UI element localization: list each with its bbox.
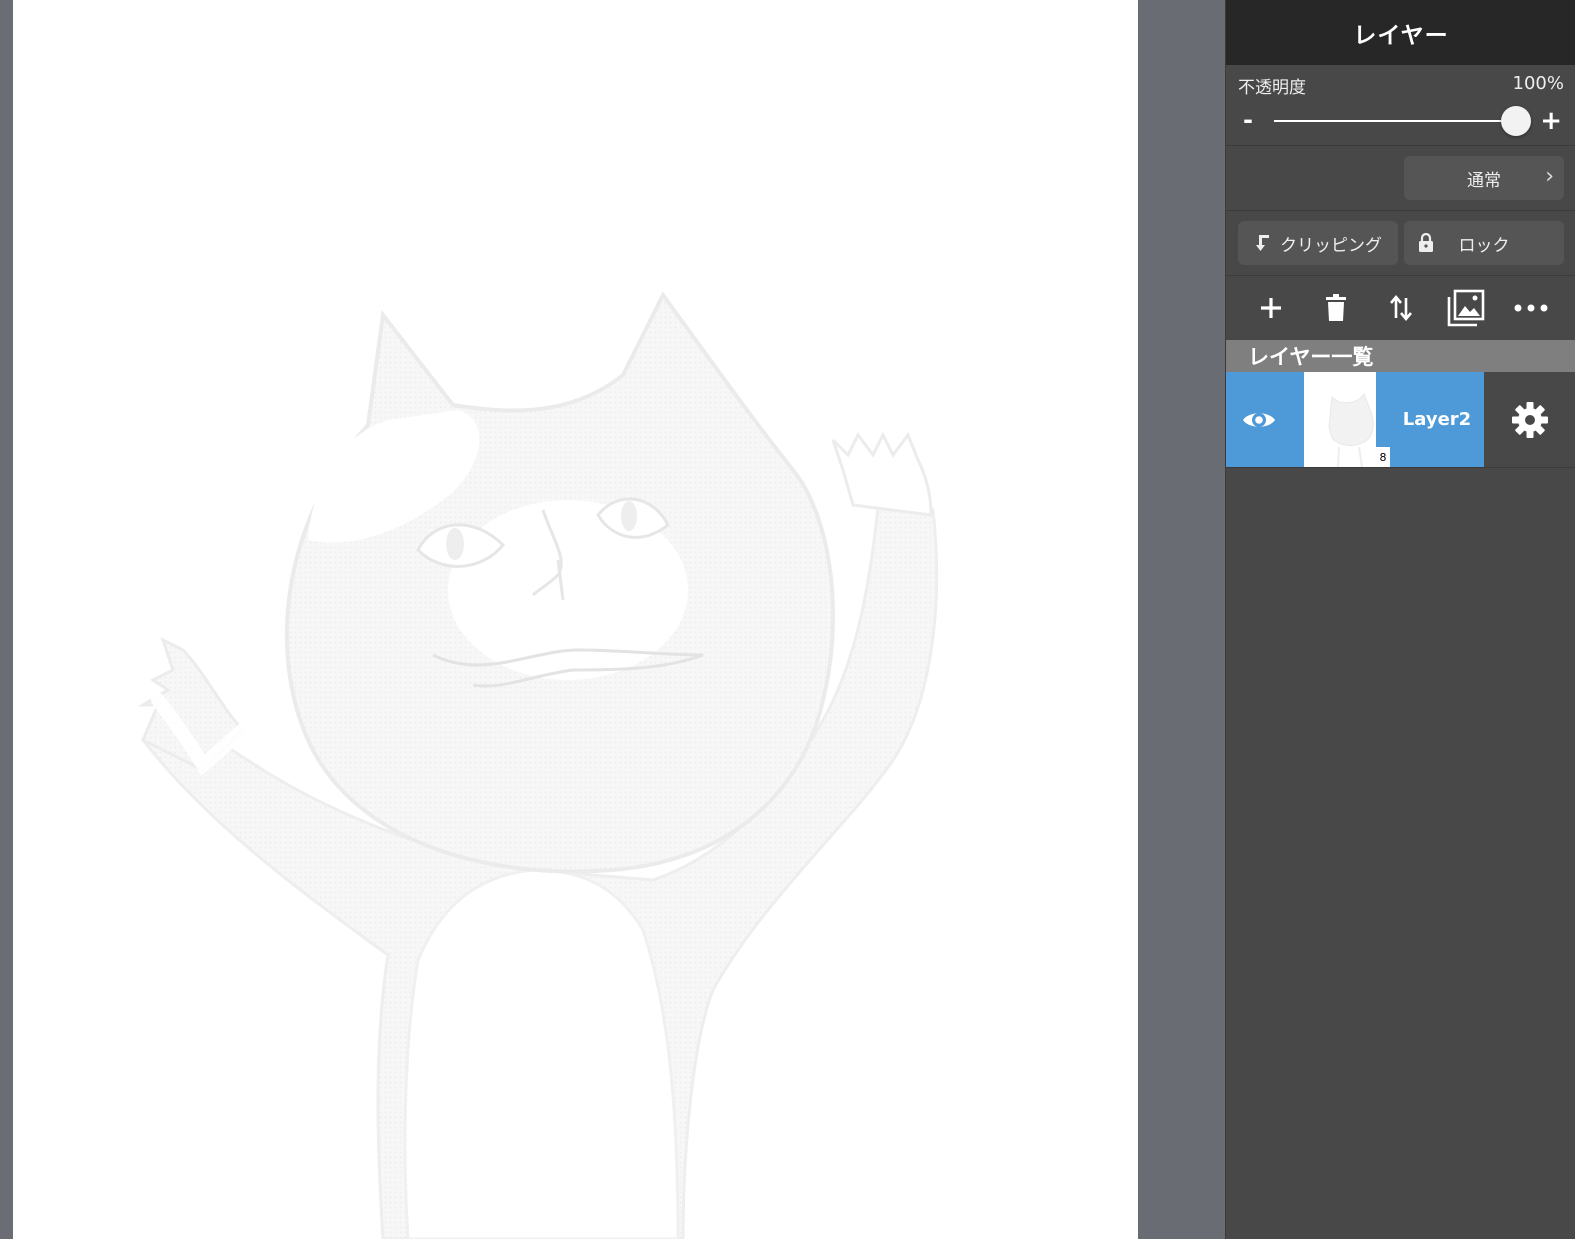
eye-icon (1243, 412, 1275, 427)
chevron-right-icon: › (1545, 164, 1554, 189)
gear-icon (1512, 401, 1548, 438)
opacity-slider-track[interactable] (1274, 120, 1516, 122)
layer-toolbar (1226, 276, 1575, 340)
cat-drawing (137, 291, 939, 1239)
clipping-button[interactable]: クリッピング (1238, 221, 1398, 265)
move-updown-icon (1389, 294, 1412, 322)
blend-mode-label: 通常 (1467, 170, 1501, 191)
opacity-value: 100% (1512, 73, 1564, 94)
panel-title: レイヤー (1226, 0, 1575, 65)
clipping-arrow-icon (1254, 233, 1272, 253)
more-options-button[interactable] (1506, 283, 1556, 333)
drawing-canvas[interactable] (13, 0, 1138, 1239)
add-layer-button[interactable] (1246, 283, 1296, 333)
blend-section: 通常 › (1226, 146, 1575, 211)
canvas-gutter (1138, 0, 1225, 1239)
delete-layer-button[interactable] (1311, 283, 1361, 333)
layer-visibility-toggle[interactable] (1226, 372, 1293, 467)
move-layer-button[interactable] (1376, 283, 1426, 333)
lock-button[interactable]: ロック (1404, 221, 1564, 265)
more-icon (1514, 304, 1548, 312)
thumbnail-badge: 8 (1376, 447, 1390, 467)
trash-icon (1325, 294, 1346, 321)
opacity-section: 不透明度 100% - + (1226, 65, 1575, 146)
layer-selection-indicator (1292, 372, 1304, 467)
opacity-slider-knob[interactable] (1501, 106, 1531, 136)
layer-row[interactable]: 8 Layer2 (1226, 372, 1575, 468)
opacity-label: 不透明度 (1238, 78, 1306, 98)
layer-thumbnail[interactable]: 8 (1304, 372, 1390, 467)
left-margin (0, 0, 13, 1239)
clipping-label: クリッピング (1280, 235, 1382, 256)
layer-panel: レイヤー 不透明度 100% - + 通常 › クリッピング ロック レイヤー一… (1225, 0, 1575, 1239)
lock-label: ロック (1458, 235, 1510, 256)
image-icon (1447, 289, 1485, 327)
layer-list-header: レイヤー一覧 (1226, 340, 1575, 372)
layer-settings-button[interactable] (1484, 372, 1575, 467)
import-image-button[interactable] (1441, 283, 1491, 333)
layer-name[interactable]: Layer2 (1390, 372, 1484, 467)
blend-mode-button[interactable]: 通常 › (1404, 156, 1564, 200)
opacity-decrease-button[interactable]: - (1243, 106, 1253, 134)
lock-icon (1418, 233, 1434, 253)
toggle-section: クリッピング ロック (1226, 211, 1575, 276)
opacity-increase-button[interactable]: + (1540, 106, 1562, 136)
add-icon (1260, 298, 1281, 318)
